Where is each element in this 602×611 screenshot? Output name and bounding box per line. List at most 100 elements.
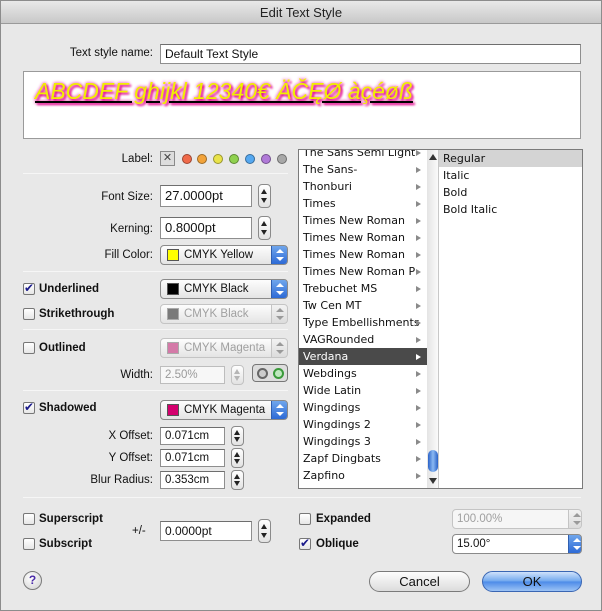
label-color-dot[interactable] bbox=[277, 154, 287, 164]
outline-color-popup[interactable]: CMYK Magenta bbox=[160, 338, 288, 358]
font-family-item[interactable]: Zapfino bbox=[299, 467, 427, 484]
font-family-item[interactable]: Wingdings 3 bbox=[299, 433, 427, 450]
submenu-arrow-icon bbox=[416, 201, 421, 207]
label-none-button[interactable]: ✕ bbox=[160, 151, 175, 166]
outlined-checkbox[interactable] bbox=[23, 342, 35, 354]
font-family-item[interactable]: Times New Roman bbox=[299, 246, 427, 263]
shadowed-label: Shadowed bbox=[39, 402, 97, 414]
shadow-color-popup[interactable]: CMYK Magenta bbox=[160, 400, 288, 420]
separator bbox=[23, 329, 288, 330]
font-family-item[interactable]: Times bbox=[299, 195, 427, 212]
font-style-item[interactable]: Bold Italic bbox=[439, 201, 582, 218]
font-list-scrollbar[interactable] bbox=[427, 150, 439, 488]
font-family-item[interactable]: Wingdings 2 bbox=[299, 416, 427, 433]
label-color-dot[interactable] bbox=[229, 154, 239, 164]
submenu-arrow-icon bbox=[416, 252, 421, 258]
outline-width-input[interactable]: 2.50% bbox=[160, 366, 225, 384]
expanded-checkbox[interactable] bbox=[299, 513, 311, 525]
font-style-item[interactable]: Bold bbox=[439, 184, 582, 201]
blur-radius-stepper[interactable] bbox=[231, 470, 244, 490]
font-family-name: Times bbox=[303, 197, 336, 210]
label-color-dot[interactable] bbox=[182, 154, 192, 164]
font-size-input[interactable]: 27.0000pt bbox=[160, 185, 252, 207]
label-color-dot[interactable] bbox=[197, 154, 207, 164]
shadowed-checkbox[interactable] bbox=[23, 400, 35, 414]
font-family-item[interactable]: VAGRounded bbox=[299, 331, 427, 348]
underlined-checkbox[interactable] bbox=[23, 281, 35, 295]
font-style-item[interactable]: Regular bbox=[439, 150, 582, 167]
font-family-item[interactable]: The Sans- bbox=[299, 161, 427, 178]
label-color-dot[interactable] bbox=[213, 154, 223, 164]
oblique-combo[interactable]: 15.00° bbox=[452, 534, 582, 554]
font-family-item[interactable]: Zapf Dingbats bbox=[299, 450, 427, 467]
stepper-up-icon bbox=[234, 452, 240, 457]
stepper-down-icon bbox=[234, 376, 240, 381]
scroll-thumb[interactable] bbox=[428, 450, 438, 472]
blur-radius-input[interactable]: 0.353cm bbox=[160, 471, 225, 489]
stepper-down-icon bbox=[261, 230, 267, 235]
font-family-item[interactable]: Webdings bbox=[299, 365, 427, 382]
font-family-item[interactable]: Wingdings bbox=[299, 399, 427, 416]
font-family-item[interactable]: Times New Roman P bbox=[299, 263, 427, 280]
font-style-item[interactable]: Italic bbox=[439, 167, 582, 184]
submenu-arrow-icon bbox=[416, 388, 421, 394]
font-family-item[interactable]: Thonburi bbox=[299, 178, 427, 195]
ok-button[interactable]: OK bbox=[482, 571, 582, 592]
font-family-item[interactable]: Times New Roman bbox=[299, 229, 427, 246]
y-offset-input[interactable]: 0.071cm bbox=[160, 449, 225, 467]
fill-color-popup[interactable]: CMYK Yellow bbox=[160, 245, 288, 265]
font-family-name: Wingdings 2 bbox=[303, 418, 371, 431]
strikethrough-color-popup[interactable]: CMYK Black bbox=[160, 304, 288, 324]
font-family-list[interactable]: The Sans Semi Light- The Sans- Thonburi Tim… bbox=[298, 149, 428, 489]
font-size-stepper[interactable] bbox=[258, 184, 271, 208]
fill-color-value: CMYK Yellow bbox=[184, 249, 254, 261]
font-family-item[interactable]: Verdana bbox=[299, 348, 427, 365]
popup-arrows-icon bbox=[271, 246, 287, 264]
outline-style-toggle[interactable] bbox=[252, 364, 288, 382]
cancel-button[interactable]: Cancel bbox=[369, 571, 470, 592]
font-family-name: Wide Latin bbox=[303, 384, 362, 397]
scroll-down-icon[interactable] bbox=[429, 478, 437, 484]
stepper-up-icon bbox=[261, 189, 267, 194]
font-family-item[interactable]: Wide Latin bbox=[299, 382, 427, 399]
subscript-checkbox[interactable] bbox=[23, 538, 35, 550]
x-offset-input[interactable]: 0.071cm bbox=[160, 427, 225, 445]
kerning-input[interactable]: 0.8000pt bbox=[160, 217, 252, 239]
y-offset-stepper[interactable] bbox=[231, 448, 244, 468]
underlined-label: Underlined bbox=[39, 283, 100, 295]
fill-color-swatch bbox=[167, 249, 179, 261]
superscript-checkbox[interactable] bbox=[23, 513, 35, 525]
strikethrough-checkbox[interactable] bbox=[23, 308, 35, 320]
oblique-checkbox[interactable] bbox=[299, 536, 311, 550]
font-family-item[interactable]: Times New Roman bbox=[299, 212, 427, 229]
font-family-name: Trebuchet MS bbox=[303, 282, 378, 295]
help-button[interactable]: ? bbox=[23, 571, 42, 590]
popup-arrows-icon bbox=[271, 305, 287, 323]
style-name-input[interactable]: Default Text Style bbox=[160, 44, 581, 64]
font-style-list[interactable]: Regular Italic Bold Bold Italic bbox=[427, 149, 583, 489]
font-family-item[interactable]: Tw Cen MT bbox=[299, 297, 427, 314]
font-family-item[interactable]: Type Embellishments bbox=[299, 314, 427, 331]
separator bbox=[23, 390, 288, 391]
label-color-dot[interactable] bbox=[261, 154, 271, 164]
stepper-up-icon bbox=[261, 221, 267, 226]
oblique-label: Oblique bbox=[316, 538, 359, 550]
font-family-item[interactable]: Trebuchet MS bbox=[299, 280, 427, 297]
font-family-name: Times New Roman bbox=[303, 214, 405, 227]
underline-color-value: CMYK Black bbox=[184, 283, 249, 295]
font-family-name: Times New Roman bbox=[303, 231, 405, 244]
x-offset-stepper[interactable] bbox=[231, 426, 244, 446]
baseline-input[interactable]: 0.0000pt bbox=[160, 521, 252, 541]
underline-color-popup[interactable]: CMYK Black bbox=[160, 279, 288, 299]
expanded-combo[interactable]: 100.00% bbox=[452, 509, 582, 529]
baseline-stepper[interactable] bbox=[258, 519, 271, 543]
outline-width-stepper[interactable] bbox=[231, 365, 244, 385]
label-color-dot[interactable] bbox=[245, 154, 255, 164]
label-label: Label: bbox=[121, 153, 153, 165]
stepper-up-icon bbox=[234, 474, 240, 479]
scroll-up-icon[interactable] bbox=[429, 154, 437, 160]
submenu-arrow-icon bbox=[416, 473, 421, 479]
font-family-item[interactable]: The Sans Semi Light- bbox=[299, 150, 427, 161]
outlined-label: Outlined bbox=[39, 342, 86, 354]
kerning-stepper[interactable] bbox=[258, 216, 271, 240]
